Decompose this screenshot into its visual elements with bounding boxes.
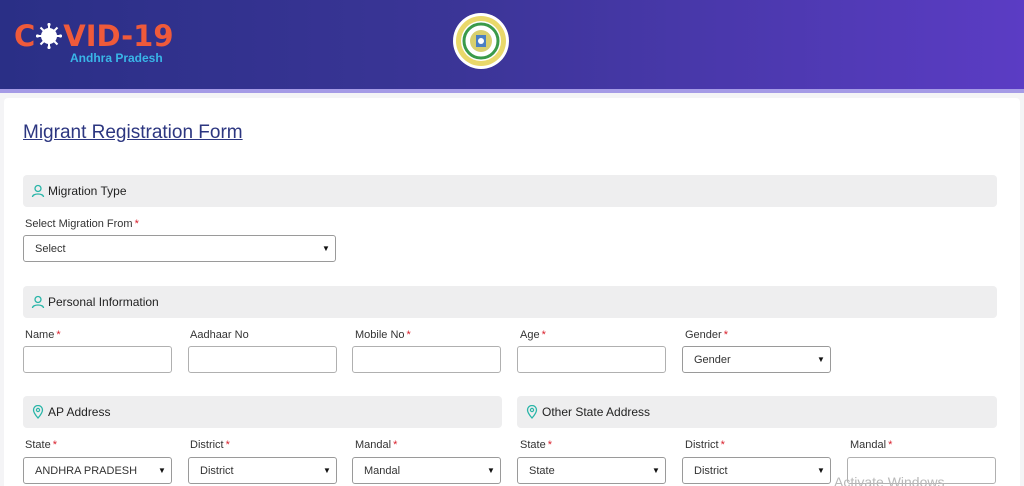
other-district-select[interactable]: District ▼ <box>682 457 831 484</box>
person-icon <box>31 184 45 198</box>
other-state-label: State * <box>520 439 552 451</box>
person-icon <box>31 295 45 309</box>
section-label: Personal Information <box>48 295 159 309</box>
activate-windows-watermark: Activate Windows <box>834 474 945 486</box>
name-label: Name * <box>25 329 61 341</box>
aadhaar-input[interactable] <box>188 346 337 373</box>
section-label: Migration Type <box>48 184 127 198</box>
section-label: Other State Address <box>542 405 651 419</box>
logo-prefix: C <box>14 19 36 53</box>
select-value: ANDHRA PRADESH <box>35 464 138 477</box>
chevron-down-icon: ▼ <box>817 466 825 475</box>
gender-select[interactable]: Gender ▼ <box>682 346 831 373</box>
select-value: Mandal <box>364 464 401 477</box>
covid19-logo[interactable]: C VID-19 Andhra Pradesh <box>14 19 174 65</box>
ap-district-select[interactable]: District ▼ <box>188 457 337 484</box>
other-district-label: District * <box>685 439 725 451</box>
select-value: District <box>694 464 728 477</box>
page-title: Migrant Registration Form <box>23 122 243 143</box>
ap-state-select[interactable]: ANDHRA PRADESH ▼ <box>23 457 172 484</box>
chevron-down-icon: ▼ <box>652 466 660 475</box>
chevron-down-icon: ▼ <box>158 466 166 475</box>
section-label: AP Address <box>48 405 111 419</box>
select-value: Select <box>35 242 66 255</box>
chevron-down-icon: ▼ <box>322 244 330 253</box>
logo-subtitle: Andhra Pradesh <box>70 51 163 65</box>
header-divider <box>0 89 1024 93</box>
ap-district-label: District * <box>190 439 230 451</box>
gender-label: Gender * <box>685 329 728 341</box>
select-value: District <box>200 464 234 477</box>
state-emblem-icon <box>452 12 510 70</box>
section-personal-information: Personal Information <box>23 286 997 318</box>
chevron-down-icon: ▼ <box>487 466 495 475</box>
mobile-label: Mobile No * <box>355 329 411 341</box>
ap-state-label: State * <box>25 439 57 451</box>
chevron-down-icon: ▼ <box>817 355 825 364</box>
ap-mandal-label: Mandal * <box>355 439 398 451</box>
select-value: State <box>529 464 555 477</box>
location-pin-icon <box>31 404 45 419</box>
logo-suffix: VID-19 <box>63 19 174 53</box>
virus-icon <box>36 22 63 50</box>
location-pin-icon <box>525 404 539 419</box>
chevron-down-icon: ▼ <box>323 466 331 475</box>
name-input[interactable] <box>23 346 172 373</box>
other-state-select[interactable]: State ▼ <box>517 457 666 484</box>
section-migration-type: Migration Type <box>23 175 997 207</box>
mobile-input[interactable] <box>352 346 501 373</box>
section-other-state-address: Other State Address <box>517 396 997 428</box>
aadhaar-label: Aadhaar No <box>190 329 249 341</box>
section-ap-address: AP Address <box>23 396 502 428</box>
other-mandal-label: Mandal * <box>850 439 893 451</box>
migration-from-select[interactable]: Select ▼ <box>23 235 336 262</box>
age-label: Age * <box>520 329 546 341</box>
migration-from-label: Select Migration From * <box>25 218 139 230</box>
age-input[interactable] <box>517 346 666 373</box>
select-value: Gender <box>694 353 731 366</box>
ap-mandal-select[interactable]: Mandal ▼ <box>352 457 501 484</box>
